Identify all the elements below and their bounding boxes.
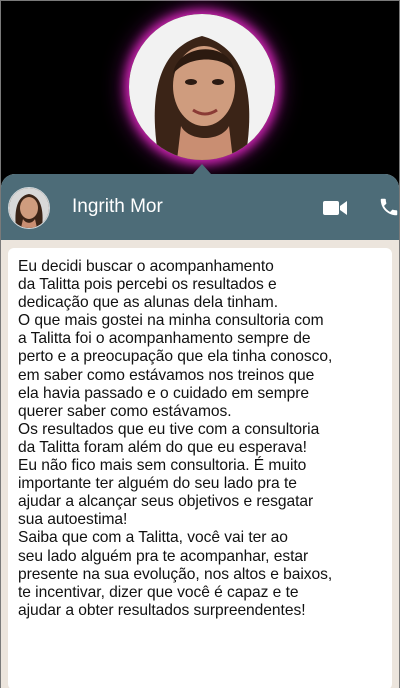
chat-header: Ingrith Mor: [1, 174, 399, 240]
bubble-pointer: [193, 164, 211, 174]
contact-name: Ingrith Mor: [72, 196, 163, 217]
message-bubble: Eu decidi buscar o acompanhamento da Tal…: [8, 248, 392, 688]
message-text: Eu decidi buscar o acompanhamento da Tal…: [18, 258, 333, 619]
chat-card: Ingrith Mor Eu decidi buscar o acompanha…: [1, 174, 399, 688]
message-area: Eu decidi buscar o acompanhamento da Tal…: [1, 240, 399, 688]
video-call-icon[interactable]: [323, 200, 347, 216]
profile-photo: [129, 14, 275, 160]
phone-call-icon[interactable]: [378, 196, 399, 218]
avatar[interactable]: [8, 187, 50, 229]
